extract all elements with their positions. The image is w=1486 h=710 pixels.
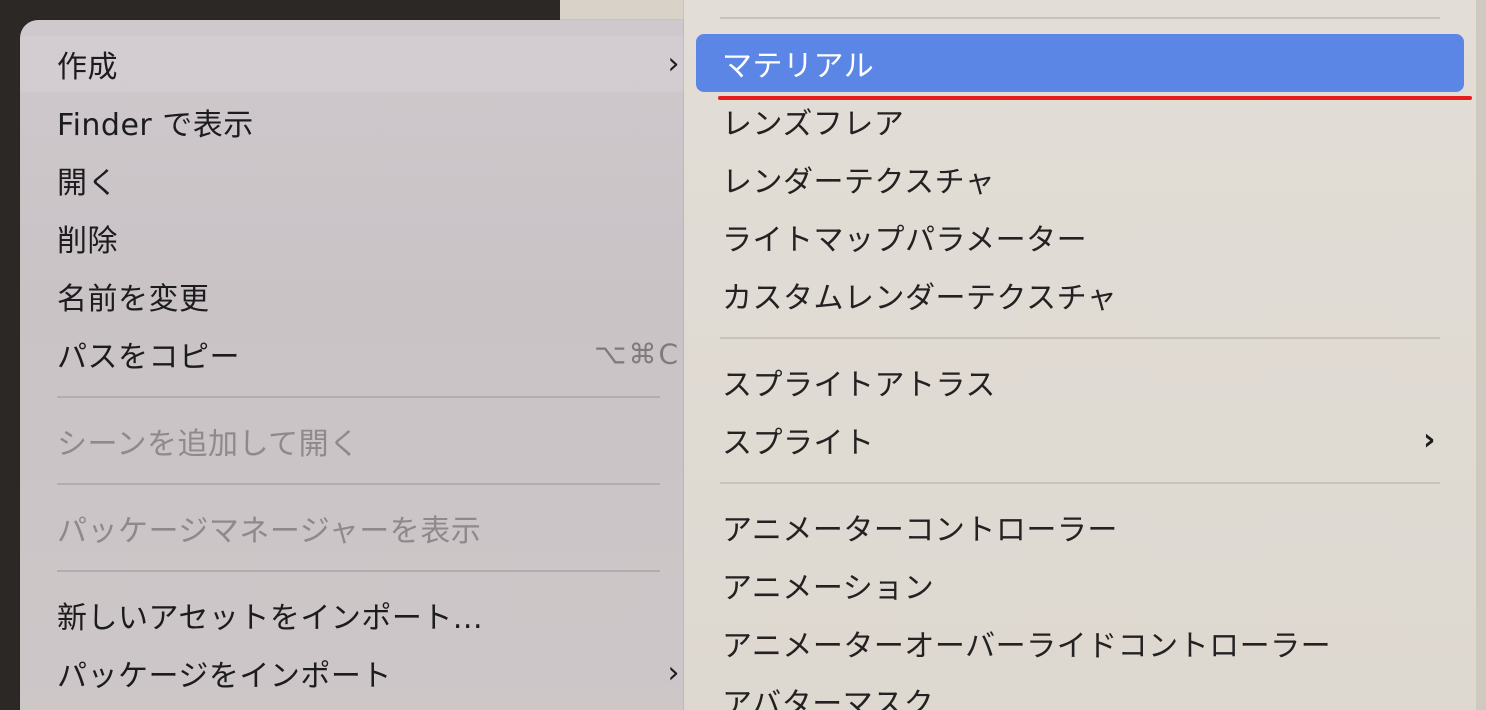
submenu-item-avatar-mask[interactable]: アバターマスク (684, 672, 1476, 710)
menu-item-import-new-asset[interactable]: 新しいアセットをインポート... (20, 587, 700, 643)
create-submenu: マテリアル レンズフレア レンダーテクスチャ ライトマップパラメーター カスタム… (684, 0, 1476, 710)
menu-separator (720, 482, 1440, 484)
submenu-item-animator-controller[interactable]: アニメーターコントローラー (684, 498, 1476, 556)
menu-item-rename[interactable]: 名前を変更 (20, 268, 700, 324)
screen: 作成 › Finder で表示 開く 削除 名前を変更 パスをコピー ⌥⌘C シ… (0, 0, 1486, 710)
menu-item-import-package[interactable]: パッケージをインポート › (20, 645, 700, 701)
submenu-item-lightmap-parameters[interactable]: ライトマップパラメーター (684, 208, 1476, 266)
menu-item-label: アニメーターコントローラー (722, 513, 1118, 548)
menu-item-label: パッケージをインポート (57, 659, 392, 694)
keyboard-shortcut: ⌥⌘C (594, 337, 680, 371)
submenu-item-material[interactable]: マテリアル (696, 34, 1464, 92)
menu-item-label: 削除 (57, 224, 118, 259)
menu-item-label: シーンを追加して開く (57, 427, 360, 462)
menu-item-label: Finder で表示 (57, 108, 254, 143)
menu-separator (57, 396, 660, 398)
submenu-item-animator-override-controller[interactable]: アニメーターオーバーライドコントローラー (684, 614, 1476, 672)
menu-item-label: 名前を変更 (57, 282, 210, 317)
menu-item-label: アバターマスク (722, 687, 935, 710)
menu-separator (720, 337, 1440, 339)
submenu-item-lens-flare[interactable]: レンズフレア (684, 92, 1476, 150)
window-edge (1476, 0, 1486, 710)
submenu-item-custom-render-texture[interactable]: カスタムレンダーテクスチャ (684, 266, 1476, 324)
menu-item-label: カスタムレンダーテクスチャ (722, 281, 1118, 316)
annotation-underline (718, 96, 1472, 100)
chevron-right-icon: › (667, 655, 680, 691)
menu-separator (720, 17, 1440, 19)
menu-item-label: レンズフレア (722, 107, 905, 142)
submenu-item-sprites[interactable]: スプライト › (684, 411, 1476, 469)
menu-separator (57, 570, 660, 572)
menu-item-delete[interactable]: 削除 (20, 210, 700, 266)
menu-item-label: マテリアル (722, 49, 875, 84)
menu-item-show-in-finder[interactable]: Finder で表示 (20, 94, 700, 150)
context-menu: 作成 › Finder で表示 開く 削除 名前を変更 パスをコピー ⌥⌘C シ… (20, 20, 720, 710)
chevron-right-icon: › (1423, 422, 1436, 458)
menu-item-label: 作成 (57, 50, 118, 85)
menu-item-open[interactable]: 開く (20, 152, 700, 208)
submenu-item-sprite-atlas[interactable]: スプライトアトラス (684, 353, 1476, 411)
menu-item-create[interactable]: 作成 › (20, 36, 700, 92)
menu-item-label: 開く (57, 166, 118, 201)
menu-separator (57, 483, 660, 485)
menu-item-label: レンダーテクスチャ (722, 165, 996, 200)
menu-item-add-scene-and-open: シーンを追加して開く (20, 413, 700, 469)
menu-item-copy-path[interactable]: パスをコピー ⌥⌘C (20, 326, 700, 382)
submenu-item-animation[interactable]: アニメーション (684, 556, 1476, 614)
menu-item-label: パッケージマネージャーを表示 (57, 514, 482, 549)
menu-item-label: ライトマップパラメーター (722, 223, 1088, 258)
menu-item-label: アニメーション (722, 571, 935, 606)
chevron-right-icon: › (667, 46, 680, 82)
menu-item-label: スプライトアトラス (722, 368, 996, 403)
menu-item-label: スプライト (722, 426, 875, 461)
menu-item-label: パスをコピー (57, 340, 240, 375)
menu-item-label: 新しいアセットをインポート... (57, 601, 484, 636)
menu-item-show-package-manager: パッケージマネージャーを表示 (20, 500, 700, 556)
menu-item-label: アニメーターオーバーライドコントローラー (722, 629, 1332, 664)
submenu-item-render-texture[interactable]: レンダーテクスチャ (684, 150, 1476, 208)
